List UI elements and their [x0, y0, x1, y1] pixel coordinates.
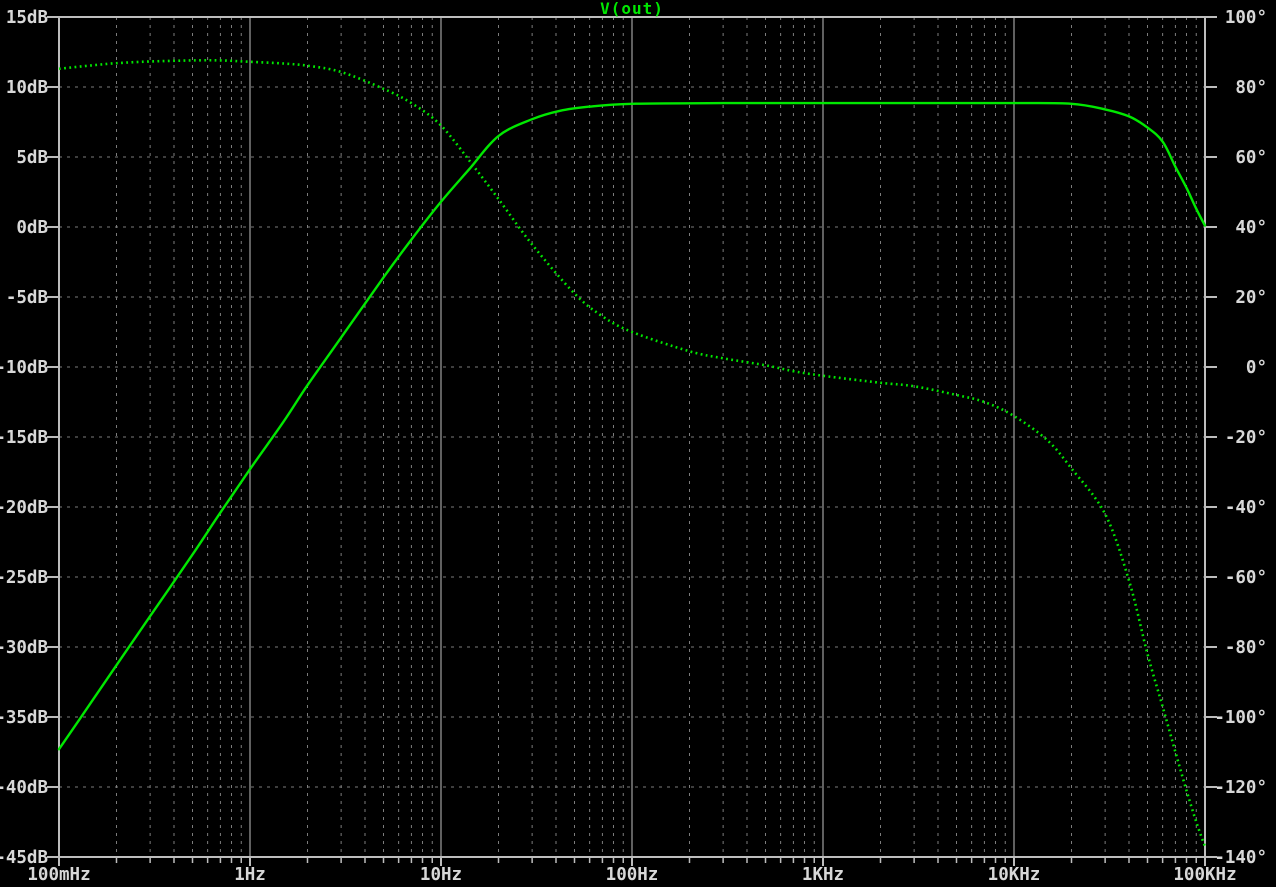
left-axis-tick-label: 5dB	[16, 148, 48, 168]
left-axis-tick-label: -35dB	[0, 708, 48, 728]
right-axis-tick-label: -120°	[1214, 778, 1267, 798]
left-axis-tick-label: 15dB	[6, 8, 48, 28]
right-axis-tick-label: 0°	[1246, 358, 1267, 378]
right-axis-tick-label: -80°	[1225, 638, 1267, 658]
left-axis-tick-label: -20dB	[0, 498, 48, 518]
bode-plot-pane[interactable]: 15dB 10dB 5dB 0dB -5dB -10dB -15dB -20dB -25dB -3…	[0, 0, 1276, 887]
x-axis-tick-label: 10Hz	[420, 865, 462, 885]
left-axis-tick-label: -5dB	[6, 288, 48, 308]
trace-label[interactable]: V(out)	[59, 0, 1205, 17]
right-axis-tick-label: -40°	[1225, 498, 1267, 518]
left-axis-tick-label: -40dB	[0, 778, 48, 798]
x-axis-tick-label: 1KHz	[802, 865, 844, 885]
left-axis-tick-label: -10dB	[0, 358, 48, 378]
right-axis-tick-label: 20°	[1235, 288, 1267, 308]
x-axis-tick-label: 10KHz	[988, 865, 1041, 885]
right-axis-tick-label: 100°	[1225, 8, 1267, 28]
left-axis-tick-label: 0dB	[16, 218, 48, 238]
x-axis-tick-label: 100mHz	[27, 865, 90, 885]
right-axis-tick-label: 60°	[1235, 148, 1267, 168]
x-axis-tick-label: 1Hz	[234, 865, 266, 885]
left-axis-tick-label: -15dB	[0, 428, 48, 448]
left-axis-tick-label: 10dB	[6, 78, 48, 98]
right-axis-tick-label: -20°	[1225, 428, 1267, 448]
left-axis-tick-label: -25dB	[0, 568, 48, 588]
right-axis-tick-label: 80°	[1235, 78, 1267, 98]
x-axis-tick-label: 100KHz	[1173, 865, 1236, 885]
x-axis-tick-label: 100Hz	[606, 865, 659, 885]
waveform-viewer: V(out) 15dB 10dB 5dB 0dB -5dB -10dB -15dB -20dB…	[0, 0, 1276, 887]
right-axis-tick-label: -100°	[1214, 708, 1267, 728]
left-axis-tick-label: -30dB	[0, 638, 48, 658]
right-axis-tick-label: 40°	[1235, 218, 1267, 238]
right-axis-tick-label: -60°	[1225, 568, 1267, 588]
